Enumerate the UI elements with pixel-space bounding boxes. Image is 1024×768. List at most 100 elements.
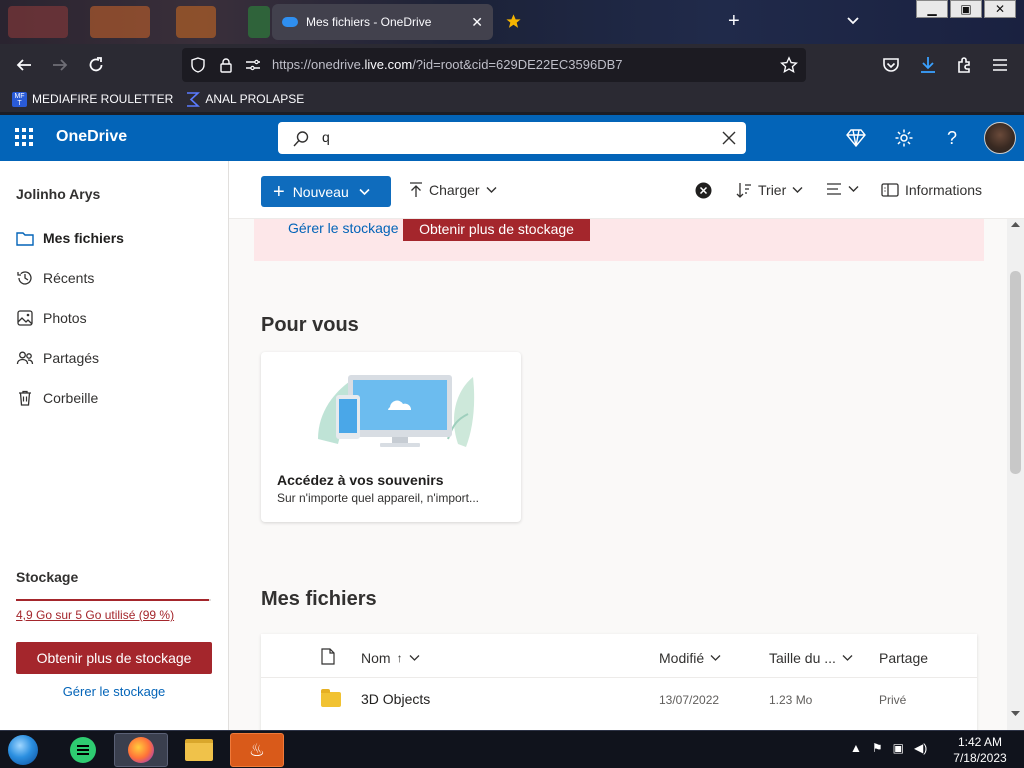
chevron-down-icon[interactable] (710, 654, 721, 662)
main-scrollbar[interactable] (1007, 219, 1024, 730)
sigma-icon (187, 91, 201, 107)
browser-tab-strip: Mes fichiers - OneDrive ✕ + ▁ ▣ ✕ (0, 0, 1024, 44)
sidebar-item-recent[interactable]: Récents (0, 258, 228, 298)
image-icon (16, 309, 34, 327)
search-box[interactable] (278, 122, 746, 154)
tab-background-1[interactable] (8, 6, 68, 38)
bookmark-star-icon[interactable] (780, 56, 798, 74)
column-header-sharing[interactable]: Partage (879, 650, 928, 666)
folder-icon (16, 229, 34, 247)
shield-icon[interactable] (190, 57, 206, 73)
lock-icon[interactable] (219, 57, 233, 73)
table-row[interactable]: 3D Objects 13/07/2022 1.23 Mo Privé (261, 677, 977, 721)
history-icon (16, 269, 34, 287)
sidebar-item-shared[interactable]: Partagés (0, 338, 228, 378)
bookmark-second[interactable]: ANAL PROLAPSE (185, 91, 304, 107)
sidebar-item-recycle-bin[interactable]: Corbeille (0, 378, 228, 418)
sidebar-item-label: Photos (43, 310, 87, 326)
scroll-up-arrow-icon[interactable] (1011, 221, 1020, 227)
clear-search-icon[interactable] (722, 131, 736, 145)
maximize-button[interactable]: ▣ (950, 0, 982, 18)
manage-storage-link[interactable]: Gérer le stockage (0, 684, 228, 699)
chevron-down-icon[interactable] (842, 654, 853, 662)
storage-usage-link[interactable]: 4,9 Go sur 5 Go utilisé (99 %) (16, 608, 174, 622)
avatar[interactable] (984, 122, 1016, 154)
settings-gear-icon[interactable] (893, 127, 915, 149)
info-button[interactable]: Informations (881, 182, 982, 198)
column-header-size[interactable]: Taille du ... (769, 650, 853, 666)
scrollbar-thumb[interactable] (1010, 271, 1021, 474)
close-window-button[interactable]: ✕ (984, 0, 1016, 18)
tab-close-icon[interactable]: ✕ (471, 14, 483, 31)
tab-background-3[interactable] (176, 6, 216, 38)
storage-title: Stockage (16, 569, 79, 585)
app-brand[interactable]: OneDrive (56, 128, 127, 146)
start-orb-icon[interactable] (8, 735, 38, 765)
taskbar-notes-app[interactable] (56, 733, 110, 767)
sidebar-item-label: Mes fichiers (43, 230, 124, 246)
taskbar-java-app[interactable]: ♨ (230, 733, 284, 767)
upload-button[interactable]: Charger (409, 182, 497, 198)
chevron-down-icon[interactable] (409, 654, 420, 662)
url-text[interactable]: https://onedrive.live.com/?id=root&cid=6… (272, 57, 623, 72)
sidebar-item-my-files[interactable]: Mes fichiers (0, 218, 228, 258)
url-bar[interactable]: https://onedrive.live.com/?id=root&cid=6… (182, 48, 806, 82)
column-header-modified[interactable]: Modifié (659, 650, 721, 666)
file-sharing: Privé (879, 693, 907, 707)
flag-icon[interactable]: ⚑ (872, 741, 883, 755)
clock[interactable]: 1:42 AM 7/18/2023 (950, 734, 1010, 766)
taskbar-file-explorer[interactable] (172, 733, 226, 767)
reload-button[interactable] (84, 53, 108, 77)
memories-card[interactable]: Accédez à vos souvenirs Sur n'importe qu… (261, 352, 521, 522)
banner-manage-storage-link[interactable]: Gérer le stockage (288, 220, 399, 236)
clock-date: 7/18/2023 (953, 751, 1007, 765)
file-size: 1.23 Mo (769, 693, 813, 707)
forward-button[interactable] (48, 53, 72, 77)
tab-background-4[interactable] (248, 6, 270, 38)
extensions-icon[interactable] (955, 55, 975, 75)
sort-button[interactable]: Trier (736, 182, 803, 198)
hamburger-menu-icon[interactable] (991, 56, 1009, 74)
sidebar-item-photos[interactable]: Photos (0, 298, 228, 338)
get-more-storage-button[interactable]: Obtenir plus de stockage (16, 642, 212, 674)
bookmark-mediafire[interactable]: MF T MEDIAFIRE ROULETTER (12, 91, 173, 107)
network-icon[interactable]: ▣ (893, 741, 904, 755)
onedrive-cloud-icon (282, 17, 298, 27)
scroll-down-arrow-icon[interactable] (1011, 711, 1020, 717)
url-prefix: https://onedrive. (272, 57, 365, 72)
file-modified: 13/07/2022 (659, 693, 720, 707)
sort-icon (736, 183, 751, 198)
app-launcher-icon[interactable] (15, 128, 33, 146)
premium-diamond-icon[interactable] (845, 127, 867, 149)
command-bar: + Nouveau Charger Trier Informations (229, 161, 1024, 219)
sort-up-arrow-icon: ↑ (396, 651, 403, 665)
taskbar-firefox[interactable] (114, 733, 168, 767)
help-question-icon[interactable]: ? (941, 127, 963, 149)
new-button[interactable]: + Nouveau (261, 176, 391, 207)
view-options-button[interactable] (826, 182, 859, 196)
volume-icon[interactable]: ◀) (914, 741, 927, 755)
download-icon[interactable] (918, 55, 938, 75)
card-subtitle: Sur n'importe quel appareil, n'import... (277, 491, 480, 505)
tab-background-2[interactable] (90, 6, 150, 38)
tab-list-chevron-icon[interactable] (845, 12, 861, 28)
sort-label: Trier (758, 182, 787, 198)
star-tab-icon[interactable] (505, 13, 522, 30)
column-name-label: Nom (361, 650, 391, 666)
column-header-name[interactable]: Nom ↑ (361, 650, 420, 666)
tab-onedrive[interactable]: Mes fichiers - OneDrive ✕ (272, 4, 493, 40)
forward-arrow-icon (53, 59, 68, 71)
search-input[interactable] (322, 129, 702, 145)
pocket-icon[interactable] (882, 56, 900, 74)
file-name[interactable]: 3D Objects (361, 691, 430, 707)
minimize-button[interactable]: ▁ (916, 0, 948, 18)
new-tab-button[interactable]: + (728, 10, 740, 32)
storage-warning-banner: Gérer le stockage Obtenir plus de stocka… (254, 219, 984, 261)
clear-selection-button[interactable] (695, 182, 712, 199)
file-type-icon (321, 648, 335, 665)
back-button[interactable] (12, 53, 36, 77)
user-name: Jolinho Arys (16, 186, 101, 202)
banner-get-more-storage-button[interactable]: Obtenir plus de stockage (403, 219, 590, 241)
tray-expand-icon[interactable]: ▲ (850, 741, 862, 755)
permissions-icon[interactable] (245, 58, 261, 72)
